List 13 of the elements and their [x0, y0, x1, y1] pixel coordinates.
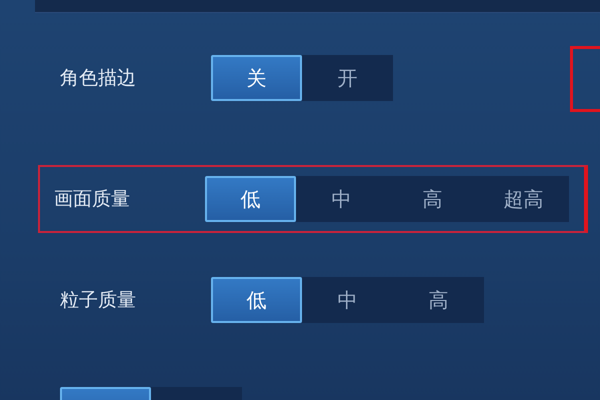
setting-label: 角色描边 [60, 66, 137, 91]
option-button[interactable]: 超高 [478, 176, 569, 222]
option-button[interactable]: 低 [211, 277, 302, 323]
option-button[interactable]: 中 [296, 176, 387, 222]
highlight-frame [570, 46, 600, 112]
option-button[interactable]: 开 [302, 55, 393, 101]
option-button[interactable]: 低 [205, 176, 296, 222]
setting-label: 画面质量 [54, 187, 131, 212]
option-button[interactable]: 高 [387, 176, 478, 222]
setting-label: 粒子质量 [60, 288, 137, 313]
option-button[interactable]: 中 [302, 277, 393, 323]
option-button[interactable]: 高 [393, 277, 484, 323]
option-button[interactable]: 关 [211, 55, 302, 101]
